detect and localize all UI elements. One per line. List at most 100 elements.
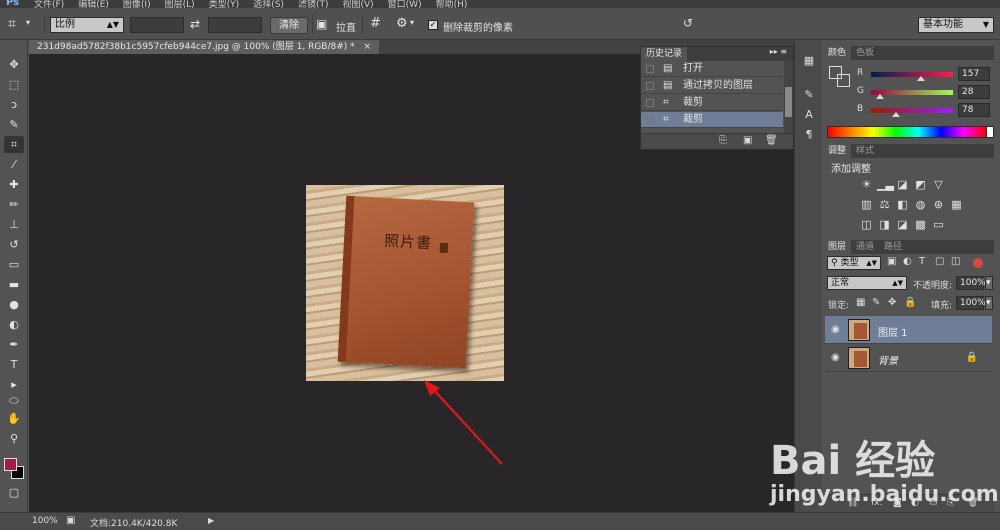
history-item[interactable]: ⌗ 裁剪 — [641, 95, 783, 111]
hand-icon[interactable]: ✋ — [4, 410, 24, 427]
tab-channels[interactable]: 通道 — [851, 240, 879, 254]
channel-value-input[interactable]: 28 — [958, 85, 990, 99]
history-source-checkbox[interactable] — [646, 65, 654, 73]
layer-filter-select[interactable]: ⚲ 类型 ▲▼ — [827, 256, 881, 270]
vibrance-icon[interactable]: ▽ — [931, 178, 946, 191]
photo-filter-icon[interactable]: ◍ — [913, 198, 928, 211]
history-source-checkbox[interactable] — [646, 82, 654, 90]
quick-mask-icon[interactable]: ▢ — [4, 484, 24, 501]
tab-styles[interactable]: 样式 — [851, 144, 879, 158]
menu-image[interactable]: 图像(I) — [123, 0, 151, 8]
tab-layers[interactable]: 图层 — [823, 240, 852, 254]
paragraph-panel-icon[interactable]: ¶ — [802, 128, 816, 142]
layer-row[interactable]: ◉ 图层 1 — [825, 316, 992, 344]
gradient-icon[interactable]: ▬ — [4, 276, 24, 293]
invert-icon[interactable]: ◫ — [859, 218, 874, 231]
tab-color[interactable]: 颜色 — [823, 46, 852, 60]
history-scrollbar[interactable] — [784, 61, 793, 135]
brush-preset-icon[interactable]: ✎ — [802, 88, 816, 102]
status-menu-arrow-icon[interactable]: ▶ — [208, 516, 214, 525]
lock-transparent-icon[interactable]: ▦ — [856, 297, 865, 308]
curves-icon[interactable]: ◪ — [895, 178, 910, 191]
eraser-icon[interactable]: ▭ — [4, 256, 24, 273]
close-icon[interactable]: × — [364, 42, 372, 52]
opacity-slider-toggle[interactable]: ▾ — [985, 276, 993, 290]
gear-icon[interactable]: ⚙ — [396, 16, 408, 31]
ratio-select[interactable]: 比例 ▲▼ — [50, 17, 124, 33]
tab-swatches[interactable]: 色板 — [851, 46, 879, 60]
swap-icon[interactable]: ⇄ — [190, 17, 200, 31]
eyedropper-icon[interactable]: ⁄ — [4, 156, 24, 173]
slider-thumb[interactable] — [917, 76, 926, 81]
document-tab[interactable]: 231d98ad5782f38b1c5957cfeb944ce7.jpg @ 1… — [29, 40, 380, 54]
layer-row[interactable]: ◉ 背景 🔒 — [825, 344, 992, 372]
layer-name[interactable]: 背景 — [878, 352, 898, 367]
menu-filter[interactable]: 滤镜(T) — [298, 0, 329, 8]
camera-icon[interactable]: ▣ — [743, 135, 752, 146]
height-input[interactable] — [208, 17, 262, 33]
brightness-icon[interactable]: ☀ — [859, 178, 874, 191]
clone-stamp-icon[interactable]: ⊥ — [4, 216, 24, 233]
move-icon[interactable]: ✥ — [4, 56, 24, 73]
color-spectrum-bar[interactable] — [827, 126, 987, 138]
type-icon[interactable]: T — [4, 356, 24, 373]
zoom-icon[interactable]: ⚲ — [4, 430, 24, 447]
pen-icon[interactable]: ✒ — [4, 336, 24, 353]
history-item[interactable]: ⌗ 裁剪 — [641, 112, 783, 128]
layer-name[interactable]: 图层 1 — [878, 324, 908, 339]
menu-select[interactable]: 选择(S) — [253, 0, 284, 8]
selective-color-icon[interactable]: ▩ — [913, 218, 928, 231]
healing-brush-icon[interactable]: ✚ — [4, 176, 24, 193]
width-input[interactable] — [130, 17, 184, 33]
path-select-icon[interactable]: ▸ — [4, 376, 24, 393]
zoom-level[interactable]: 100% — [32, 516, 58, 526]
blur-icon[interactable]: ● — [4, 296, 24, 313]
fill-slider-toggle[interactable]: ▾ — [985, 296, 993, 310]
preset-dropdown-arrow-icon[interactable]: ▾ — [26, 18, 30, 27]
filter-pixel-icon[interactable]: ▣ — [887, 256, 896, 267]
filter-type-icon[interactable]: T — [919, 256, 925, 267]
overlay-grid-icon[interactable]: # — [370, 16, 381, 31]
fill-input[interactable]: 100% — [956, 296, 986, 310]
quick-select-icon[interactable]: ✎ — [4, 116, 24, 133]
eye-icon[interactable]: ◉ — [831, 352, 840, 363]
tab-paths[interactable]: 路径 — [879, 240, 907, 254]
lock-position-icon[interactable]: ✥ — [888, 297, 896, 308]
menu-view[interactable]: 视图(V) — [342, 0, 373, 8]
dodge-icon[interactable]: ◐ — [4, 316, 24, 333]
foreground-color-swatch[interactable] — [4, 458, 17, 471]
channel-mixer-icon[interactable]: ⊛ — [931, 198, 946, 211]
slider-thumb[interactable] — [876, 94, 884, 99]
history-brush-icon[interactable]: ↺ — [4, 236, 24, 253]
white-swatch[interactable] — [986, 126, 994, 138]
history-item[interactable]: ▤ 通过拷贝的图层 — [641, 78, 783, 94]
lasso-icon[interactable]: ↄ — [4, 96, 24, 113]
reset-icon[interactable]: ↺ — [683, 16, 693, 30]
eye-icon[interactable]: ◉ — [831, 324, 840, 335]
shape-icon[interactable]: ⬭ — [4, 392, 24, 409]
slider-thumb[interactable] — [892, 112, 901, 117]
posterize-icon[interactable]: ◨ — [877, 218, 892, 231]
history-panel-icon[interactable]: ▦ — [802, 54, 816, 68]
chevron-down-icon[interactable]: ▾ — [410, 18, 414, 27]
threshold-icon[interactable]: ◪ — [895, 218, 910, 231]
channel-slider[interactable] — [871, 108, 953, 113]
marquee-icon[interactable]: ⬚ — [4, 76, 24, 93]
menu-help[interactable]: 帮助(H) — [436, 0, 468, 8]
menu-layer[interactable]: 图层(L) — [165, 0, 195, 8]
straighten-icon[interactable]: ▣ — [316, 17, 327, 31]
filter-adjustment-icon[interactable]: ◐ — [903, 256, 912, 267]
scrollbar-thumb[interactable] — [785, 87, 792, 117]
gradient-map-icon[interactable]: ▭ — [931, 218, 946, 231]
menu-file[interactable]: 文件(F) — [34, 0, 64, 8]
workspace-select[interactable]: 基本功能 ▼ — [918, 17, 994, 33]
menu-window[interactable]: 窗口(W) — [388, 0, 422, 8]
filter-smart-object-icon[interactable]: ◫ — [951, 256, 960, 267]
panel-menu-icon[interactable]: ▸▸ ≡ — [770, 47, 787, 56]
opacity-input[interactable]: 100% — [956, 276, 986, 290]
tab-history[interactable]: 历史记录 — [641, 47, 688, 61]
black-white-icon[interactable]: ◧ — [895, 198, 910, 211]
history-item[interactable]: ▤ 打开 — [641, 61, 783, 77]
history-source-checkbox[interactable] — [646, 99, 654, 107]
delete-cropped-checkbox[interactable]: ✓ — [428, 20, 438, 30]
